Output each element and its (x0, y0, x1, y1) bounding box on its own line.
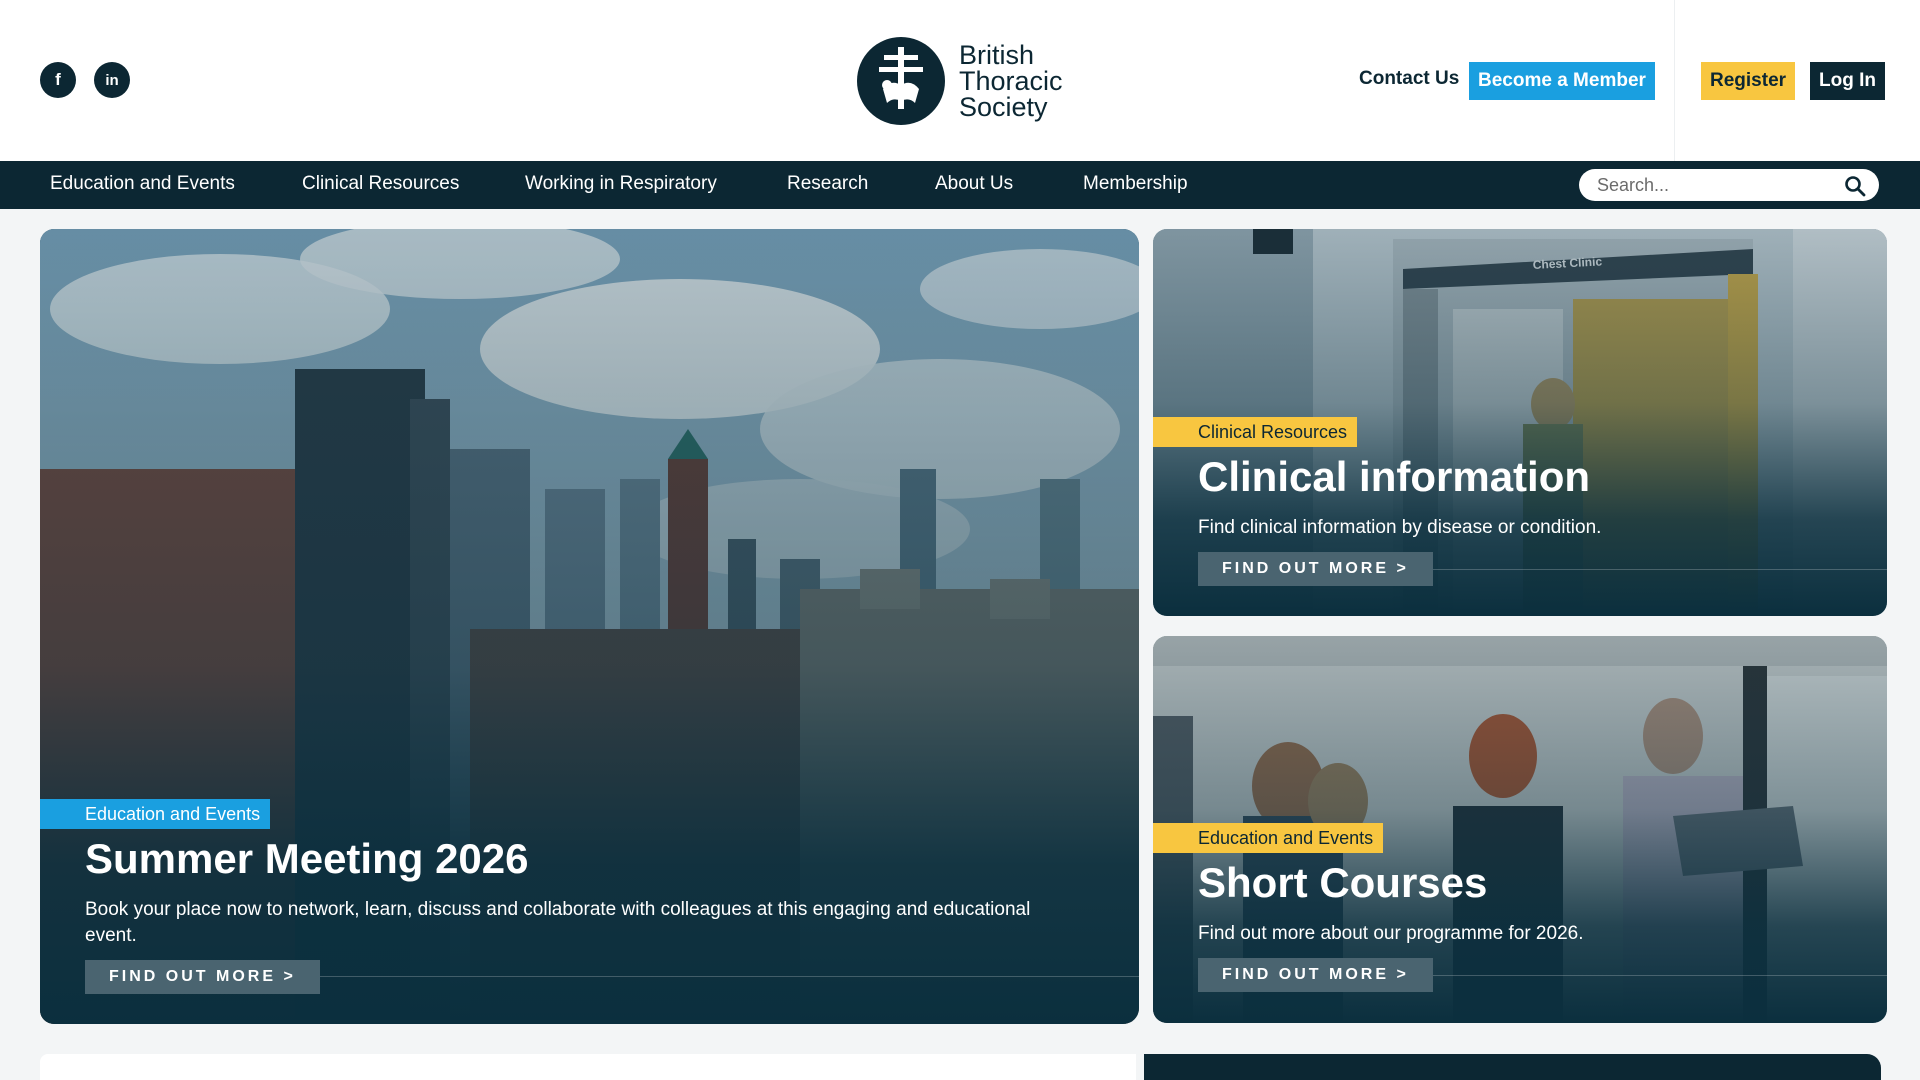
feature-card-short-courses[interactable]: Education and Events Short Courses Find … (1153, 636, 1887, 1023)
login-button[interactable]: Log In (1810, 62, 1885, 100)
find-out-more-button[interactable]: FIND OUT MORE > (85, 960, 320, 994)
logo-line-3: Society (959, 92, 1048, 122)
next-section-panel-right (1144, 1054, 1881, 1080)
card-tag: Education and Events (1153, 823, 1384, 853)
logo-line-2: Thoracic (959, 66, 1063, 96)
search-icon[interactable] (1844, 175, 1866, 197)
search-input[interactable] (1597, 173, 1847, 197)
card-description: Book your place now to network, learn, d… (85, 899, 1031, 946)
linkedin-glyph: in (105, 71, 119, 89)
register-button[interactable]: Register (1701, 62, 1796, 100)
nav-item-working-respiratory[interactable]: Working in Respiratory (525, 173, 717, 195)
card-title: Summer Meeting 2026 (85, 835, 529, 882)
logo-line-1: British (959, 40, 1035, 70)
nav-item-education-events[interactable]: Education and Events (50, 173, 235, 195)
feature-card-summer-meeting[interactable]: Education and Events Summer Meeting 2026… (40, 229, 1139, 1024)
contact-us-link[interactable]: Contact Us (1359, 68, 1459, 90)
facebook-glyph: f (55, 70, 61, 89)
card-description: Find out more about our programme for 20… (1198, 923, 1584, 944)
find-out-more-button[interactable]: FIND OUT MORE > (1198, 958, 1433, 992)
header-divider (1674, 0, 1675, 161)
card-title: Clinical information (1198, 453, 1591, 500)
facebook-icon[interactable]: f (40, 62, 76, 98)
linkedin-icon[interactable]: in (94, 62, 130, 98)
become-member-button[interactable]: Become a Member (1469, 62, 1655, 100)
logo-wordmark: British Thoracic Society (959, 40, 1063, 122)
logo-emblem-icon (857, 37, 945, 125)
nav-item-research[interactable]: Research (787, 173, 868, 195)
card-tag: Education and Events (40, 799, 271, 829)
card-tag: Clinical Resources (1153, 417, 1358, 447)
card-title: Short Courses (1198, 859, 1488, 906)
nav-item-about-us[interactable]: About Us (935, 173, 1013, 195)
find-out-more-button[interactable]: FIND OUT MORE > (1198, 552, 1433, 586)
site-logo[interactable]: British Thoracic Society (857, 37, 1063, 125)
search-box (1579, 169, 1879, 201)
nav-item-clinical-resources[interactable]: Clinical Resources (302, 173, 459, 195)
nav-item-membership[interactable]: Membership (1083, 173, 1188, 195)
card-description: Find clinical information by disease or … (1198, 517, 1602, 538)
site-header: f in British Thoracic Society Contact Us… (0, 0, 1920, 161)
next-section-panel-left (40, 1054, 1136, 1080)
feature-card-clinical-information[interactable]: Chest Clinic Clinical Resources Clinical… (1153, 229, 1887, 616)
